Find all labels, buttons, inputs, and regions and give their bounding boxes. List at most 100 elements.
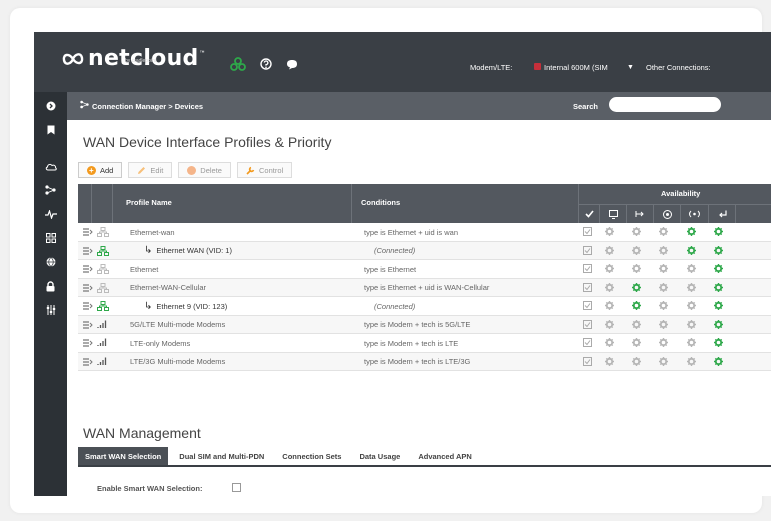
gear-active-icon[interactable] — [714, 338, 723, 349]
help-icon[interactable] — [260, 58, 272, 70]
table-row[interactable]: LTE/3G Multi-mode Modems type is Modem + … — [78, 352, 771, 371]
table-row[interactable]: Ethernet type is Ethernet — [78, 260, 771, 279]
gear-icon[interactable] — [632, 338, 641, 349]
gear-active-icon[interactable] — [714, 319, 723, 331]
availability-checkbox-icon[interactable] — [583, 356, 592, 368]
chat-icon[interactable] — [286, 59, 298, 70]
gear-active-icon[interactable] — [632, 301, 641, 312]
gear-icon[interactable] — [659, 338, 668, 349]
availability-checkbox-icon[interactable] — [583, 282, 592, 294]
gear-icon[interactable] — [605, 301, 614, 312]
sliders-icon[interactable] — [34, 300, 67, 320]
tab-data-usage[interactable]: Data Usage — [352, 447, 407, 465]
network-icon[interactable] — [34, 180, 67, 200]
control-button[interactable]: Control — [236, 162, 293, 178]
table-row[interactable]: 5G/LTE Multi-mode Modems type is Modem + … — [78, 315, 771, 334]
row-menu-icon[interactable] — [83, 283, 93, 294]
gear-icon[interactable] — [659, 245, 668, 257]
gear-icon[interactable] — [687, 338, 696, 349]
cloud-icon[interactable] — [34, 156, 67, 176]
availability-checkbox-icon[interactable] — [583, 301, 592, 312]
gear-icon[interactable] — [659, 301, 668, 312]
gear-icon[interactable] — [687, 356, 696, 368]
other-connections[interactable]: Other Connections: — [646, 63, 711, 72]
expand-nav-icon[interactable] — [34, 96, 67, 116]
tab-smart-wan-selection[interactable]: Smart WAN Selection — [78, 447, 169, 465]
lock-icon[interactable] — [34, 276, 67, 296]
row-menu-icon[interactable] — [83, 246, 93, 257]
toolbar: + Add Edit Delete Control — [78, 162, 293, 178]
gear-active-icon[interactable] — [714, 227, 723, 238]
bookmark-icon[interactable] — [34, 120, 67, 140]
gear-icon[interactable] — [632, 264, 641, 275]
header-profile-name[interactable]: Profile Name — [113, 184, 352, 223]
availability-checkbox-icon[interactable] — [583, 227, 592, 238]
modem-select[interactable]: Internal 600M (SIM — [544, 63, 608, 72]
search-input[interactable] — [609, 97, 721, 112]
chevron-down-icon[interactable]: ▼ — [627, 64, 634, 71]
gear-icon[interactable] — [687, 282, 696, 294]
gear-active-icon[interactable] — [687, 245, 696, 257]
delete-button[interactable]: Delete — [178, 162, 231, 178]
grid-icon[interactable] — [34, 228, 67, 248]
edit-button[interactable]: Edit — [128, 162, 173, 178]
table-row[interactable]: Ethernet-WAN-Cellular type is Ethernet + … — [78, 278, 771, 297]
gear-active-icon[interactable] — [687, 227, 696, 238]
activity-icon[interactable] — [34, 204, 67, 224]
gear-icon[interactable] — [605, 319, 614, 331]
gear-icon[interactable] — [605, 282, 614, 294]
gear-icon[interactable] — [605, 338, 614, 349]
row-menu-icon[interactable] — [83, 302, 93, 312]
row-menu-icon[interactable] — [83, 339, 93, 349]
header-conditions[interactable]: Conditions — [352, 184, 579, 223]
gear-icon[interactable] — [687, 264, 696, 275]
tab-advanced-apn[interactable]: Advanced APN — [411, 447, 479, 465]
gear-active-icon[interactable] — [714, 356, 723, 368]
gear-icon[interactable] — [659, 282, 668, 294]
gear-icon[interactable] — [605, 245, 614, 257]
add-button[interactable]: + Add — [78, 162, 123, 178]
gear-icon[interactable] — [605, 264, 614, 275]
gear-icon[interactable] — [659, 227, 668, 238]
breadcrumb[interactable]: Connection Manager > Devices — [92, 102, 203, 111]
smart-wan-checkbox[interactable] — [232, 483, 241, 492]
row-menu-icon[interactable] — [83, 320, 93, 331]
globe-icon[interactable] — [34, 252, 67, 272]
gear-icon[interactable] — [605, 227, 614, 238]
gear-icon[interactable] — [659, 356, 668, 368]
gear-active-icon[interactable] — [714, 264, 723, 275]
availability-checkbox-icon[interactable] — [583, 319, 592, 331]
availability-checkbox-icon[interactable] — [583, 264, 592, 275]
gear-icon[interactable] — [659, 319, 668, 331]
table-row[interactable]: Ethernet-wan type is Ethernet + uid is wa… — [78, 223, 771, 242]
tab-connection-sets[interactable]: Connection Sets — [275, 447, 348, 465]
gear-active-icon[interactable] — [632, 282, 641, 294]
availability-checkbox-icon[interactable] — [583, 245, 592, 257]
tab-dual-sim[interactable]: Dual SIM and Multi-PDN — [172, 447, 271, 465]
table-row[interactable]: ↳ Ethernet WAN (VID: 1) (Connected) — [78, 241, 771, 260]
availability-checkbox-icon[interactable] — [583, 338, 592, 349]
connector-icon — [627, 204, 654, 223]
gear-icon[interactable] — [632, 356, 641, 368]
gear-icon[interactable] — [687, 301, 696, 312]
gear-icon[interactable] — [605, 356, 614, 368]
gear-active-icon[interactable] — [714, 301, 723, 312]
gear-icon[interactable] — [632, 227, 641, 238]
table-row[interactable]: LTE-only Modems type is Modem + tech is L… — [78, 334, 771, 353]
profile-condition: type is Ethernet + uid is WAN-Cellular — [364, 283, 490, 292]
search-label: Search — [573, 102, 599, 111]
row-menu-icon[interactable] — [83, 357, 93, 368]
logo-trademark: ™ — [199, 50, 205, 56]
gear-active-icon[interactable] — [714, 245, 723, 257]
gear-icon[interactable] — [632, 245, 641, 257]
gear-active-icon[interactable] — [714, 282, 723, 294]
gear-icon[interactable] — [659, 264, 668, 275]
gear-icon[interactable] — [632, 319, 641, 331]
row-menu-icon[interactable] — [83, 265, 93, 275]
table-row[interactable]: ↳ Ethernet 9 (VID: 123) (Connected) — [78, 297, 771, 316]
cellular-signal-icon — [97, 338, 107, 349]
gear-icon[interactable] — [687, 319, 696, 331]
ethernet-icon — [97, 264, 109, 276]
row-menu-icon[interactable] — [83, 228, 93, 238]
connections-icon[interactable] — [230, 57, 246, 71]
